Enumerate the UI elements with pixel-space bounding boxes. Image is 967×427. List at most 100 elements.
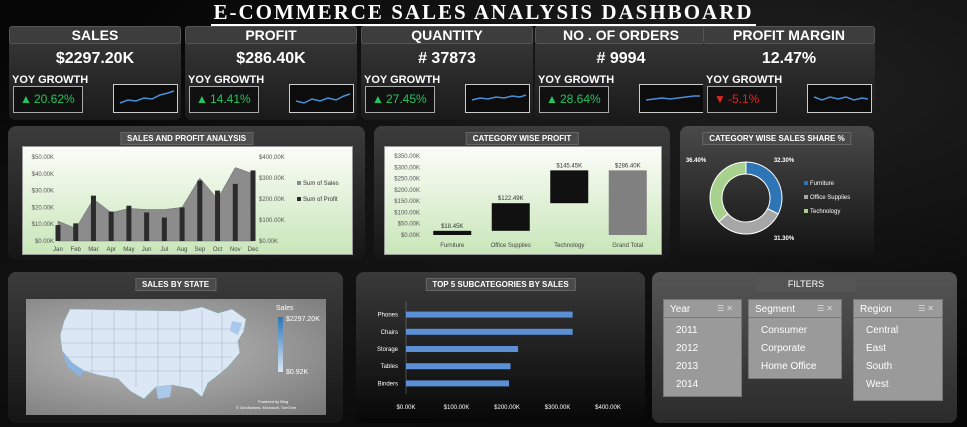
x-tick-label: May [123, 247, 134, 253]
yoy-label: YOY GROWTH [188, 74, 265, 86]
data-label: 31.30% [774, 236, 795, 242]
slicer-item[interactable]: Central [854, 322, 942, 340]
up-arrow-icon: ▲ [20, 92, 32, 106]
x-tick-label: Apr [107, 247, 116, 253]
yoy-label: YOY GROWTH [706, 74, 783, 86]
clear-filter-icon[interactable]: ☰✕ [817, 304, 835, 313]
slicer-item[interactable]: 2011 [664, 322, 741, 340]
x-tick-label: Nov [230, 247, 241, 253]
panel-category-profit: CATEGORY WISE PROFIT $0.00K $50.00K $100.0… [374, 126, 670, 260]
legend-label: Technology [810, 209, 840, 215]
x-tick-label: $0.00K [396, 405, 415, 411]
y-tick-label: Binders [378, 381, 398, 387]
slicer-label: Year [670, 304, 691, 315]
hbar [406, 363, 511, 370]
slicer-item[interactable]: West [854, 376, 942, 394]
slicer-segment[interactable]: Segment ☰✕ Consumer Corporate Home Office [748, 299, 842, 379]
panel-top5: TOP 5 SUBCATEGORIES BY SALES Phones Chair… [356, 272, 645, 423]
slicer-item[interactable]: Consumer [749, 322, 841, 340]
kpi-label: QUANTITY [361, 26, 533, 44]
slicer-year[interactable]: Year ☰✕ 2011 2012 2013 2014 [663, 299, 742, 397]
y-tick-label: $300.00K [394, 165, 420, 171]
panel-title: SALES AND PROFIT ANALYSIS [119, 132, 254, 145]
y-tick-label: $30.00K [32, 189, 54, 195]
map-legend-min: $0.92K [286, 369, 309, 376]
donut-slice [745, 161, 783, 215]
y-tick-label: $50.00K [398, 222, 420, 228]
profit-bar [215, 190, 221, 241]
dashboard-title: E-COMMERCE SALES ANALYSIS DASHBOARD [0, 0, 967, 26]
y-tick-label: $20.00K [32, 205, 54, 211]
map-legend-gradient [278, 317, 283, 372]
kpi-card-profit: PROFIT $286.40K YOY GROWTH ▲ 14.41% [185, 26, 357, 120]
y-tick-label: $100.00K [259, 218, 285, 224]
panel-title: CATEGORY WISE SALES SHARE % [702, 132, 852, 145]
kpi-label: SALES [9, 26, 181, 44]
panel-title: SALES BY STATE [134, 278, 217, 291]
sales-profit-chart: $0.00K $10.00K $20.00K $30.00K $40.00K $50.00… [32, 155, 339, 253]
legend-label: Office Supplies [810, 195, 850, 201]
legend-swatch [804, 181, 808, 185]
profit-bar [90, 195, 96, 241]
y-tick-label: $50.00K [32, 155, 54, 161]
kpi-label: PROFIT [185, 26, 357, 44]
x-tick-label: Office Supplies [491, 243, 531, 249]
growth-box: ▲ 27.45% [365, 86, 435, 113]
slicer-label: Segment [755, 304, 796, 315]
slicer-item[interactable]: 2013 [664, 358, 741, 376]
slicer-header: Year ☰✕ [664, 300, 741, 318]
profit-bar [161, 217, 167, 241]
slicer-header: Segment ☰✕ [749, 300, 841, 318]
top5-chart: Phones Chairs Storage Tables Binders $0.00K $1… [377, 302, 621, 411]
slicer-item[interactable]: 2012 [664, 340, 741, 358]
hbar [406, 311, 573, 318]
map-credit: Powered by Bing [258, 399, 289, 404]
yoy-label: YOY GROWTH [538, 74, 615, 86]
profit-bar [126, 205, 132, 241]
slicer-item[interactable]: 2014 [664, 376, 741, 394]
y-tick-label: $100.00K [394, 210, 420, 216]
kpi-card-profit-margin: PROFIT MARGIN 12.47% YOY GROWTH ▼ -5.1% [703, 26, 875, 120]
panel-title: CATEGORY WISE PROFIT [465, 132, 579, 145]
slicer-item[interactable]: Corporate [749, 340, 841, 358]
up-arrow-icon: ▲ [546, 92, 558, 106]
y-tick-label: $0.00K [35, 239, 54, 245]
growth-value: 20.62% [34, 92, 75, 106]
yoy-label: YOY GROWTH [12, 74, 89, 86]
slicer-item[interactable]: South [854, 358, 942, 376]
slicer-item[interactable]: Home Office [749, 358, 841, 376]
clear-filter-icon[interactable]: ☰✕ [918, 304, 936, 313]
profit-bar [550, 170, 589, 204]
slicer-region[interactable]: Region ☰✕ Central East South West [853, 299, 943, 401]
growth-value: 27.45% [386, 92, 427, 106]
y-tick-label: Tables [381, 364, 398, 370]
growth-box: ▲ 28.64% [539, 86, 609, 113]
growth-value: -5.1% [728, 92, 760, 106]
slicer-item[interactable]: East [854, 340, 942, 358]
y-tick-label: $250.00K [394, 177, 420, 183]
data-label: $145.45K [556, 163, 582, 169]
y-tick-label: Chairs [381, 330, 398, 336]
profit-bar [197, 180, 203, 241]
y-tick-label: $200.00K [394, 188, 420, 194]
panel-title: TOP 5 SUBCATEGORIES BY SALES [425, 278, 576, 291]
map-credit: © GeoNames, Microsoft, TomTom [236, 405, 296, 410]
sparkline [465, 84, 530, 113]
sparkline [289, 84, 354, 113]
sparkline-line [471, 94, 527, 101]
sales-area [57, 167, 254, 242]
legend-label: Sum of Profit [303, 197, 338, 203]
data-label: 32.30% [774, 158, 795, 164]
map-legend-title: Sales [276, 305, 294, 312]
kpi-card-quantity: QUANTITY # 37873 YOY GROWTH ▲ 27.45% [361, 26, 533, 120]
x-tick-label: Jun [142, 247, 152, 253]
y-tick-label: $400.00K [259, 155, 285, 161]
data-label: $286.40K [615, 163, 641, 169]
kpi-card-orders: NO . OF ORDERS # 9994 YOY GROWTH ▲ 28.64% [535, 26, 707, 120]
profit-bar [144, 212, 150, 241]
clear-filter-icon[interactable]: ☰✕ [717, 304, 735, 313]
x-tick-label: Technology [554, 243, 584, 249]
hbar [406, 380, 510, 387]
kpi-card-sales: SALES $2297.20K YOY GROWTH ▲ 20.62% [9, 26, 181, 120]
panel-filters: FILTERS Year ☰✕ 2011 2012 2013 2014 Segme… [652, 272, 957, 423]
